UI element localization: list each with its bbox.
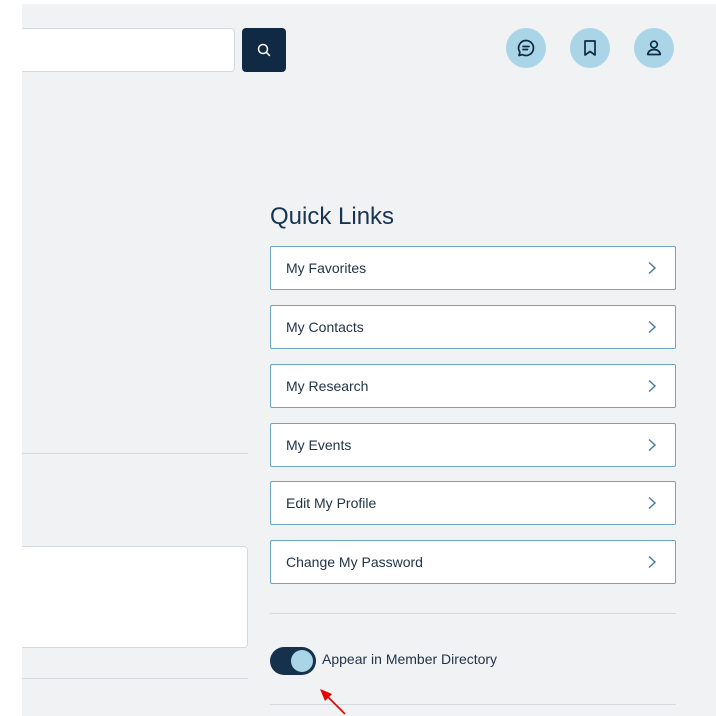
quick-link-label: My Contacts: [286, 319, 364, 335]
chevron-right-icon: [648, 320, 657, 334]
left-divider: [22, 453, 248, 454]
annotation-arrow-icon: [320, 689, 346, 715]
quick-link-my-events[interactable]: My Events: [270, 423, 676, 467]
search-button[interactable]: [242, 28, 286, 72]
chat-icon: [517, 39, 535, 57]
quick-link-my-research[interactable]: My Research: [270, 364, 676, 408]
profile-button[interactable]: [634, 28, 674, 68]
bookmarks-button[interactable]: [570, 28, 610, 68]
quick-link-my-contacts[interactable]: My Contacts: [270, 305, 676, 349]
chevron-right-icon: [648, 438, 657, 452]
messages-button[interactable]: [506, 28, 546, 68]
bookmark-icon: [584, 40, 596, 56]
toggle-knob: [291, 650, 313, 672]
member-directory-toggle[interactable]: [270, 647, 316, 675]
member-directory-label: Appear in Member Directory: [322, 651, 498, 667]
chevron-right-icon: [648, 555, 657, 569]
quick-link-label: Edit My Profile: [286, 495, 377, 511]
quick-link-label: Change My Password: [286, 554, 423, 570]
user-icon: [646, 40, 662, 56]
quick-link-label: My Research: [286, 378, 369, 394]
quick-links-title: Quick Links: [270, 203, 395, 230]
quick-link-my-favorites[interactable]: My Favorites: [270, 246, 676, 290]
quick-link-edit-my-profile[interactable]: Edit My Profile: [270, 481, 676, 525]
content-panel: [22, 546, 248, 648]
quick-link-label: My Favorites: [286, 260, 367, 276]
quick-links-divider: [270, 613, 676, 614]
left-divider: [22, 678, 248, 679]
chevron-right-icon: [648, 496, 657, 510]
quick-link-change-my-password[interactable]: Change My Password: [270, 540, 676, 584]
search-icon: [257, 43, 271, 57]
search-input[interactable]: [22, 28, 235, 72]
quick-link-label: My Events: [286, 437, 352, 453]
chevron-right-icon: [648, 261, 657, 275]
chevron-right-icon: [648, 379, 657, 393]
